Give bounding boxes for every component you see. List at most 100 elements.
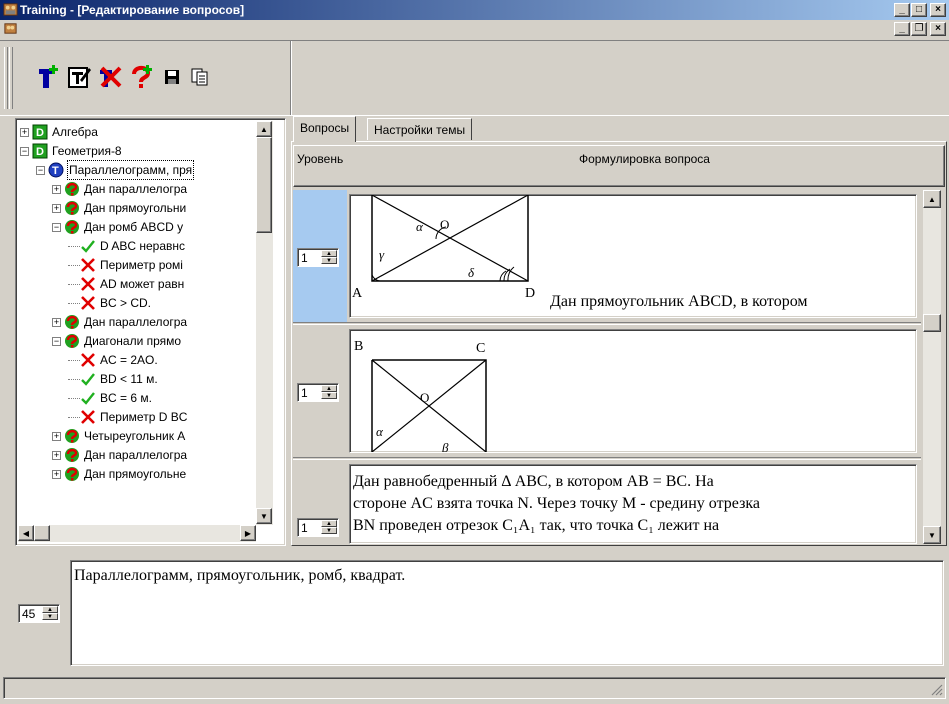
spin-down-button[interactable]: ▼	[321, 392, 337, 399]
vertex-label-d: D	[525, 286, 535, 301]
level-spinner[interactable]: 1 ▲ ▼	[297, 248, 339, 267]
tree-item[interactable]: − D Геометрия-8	[20, 142, 123, 160]
spin-up-button[interactable]: ▲	[321, 385, 337, 392]
question-cell[interactable]: B C O α β	[349, 329, 917, 453]
table-row[interactable]: 1 ▲ ▼ A D O α γ δ Дан прямоугольник ABCD,…	[293, 190, 921, 322]
tab-topic-settings[interactable]: Настройки темы	[367, 118, 473, 140]
tree-item-label: BC = 6 м.	[100, 391, 152, 405]
level-value: 1	[301, 251, 308, 265]
cross-icon	[81, 258, 95, 272]
save-button[interactable]	[158, 63, 186, 91]
topic-number-spinner[interactable]: 45 ▲ ▼	[18, 604, 60, 623]
grid-vertical-scrollbar[interactable]: ▲ ▼	[923, 190, 941, 544]
spin-down-button[interactable]: ▼	[321, 527, 337, 534]
cross-icon	[81, 410, 95, 424]
question-cell[interactable]: A D O α γ δ Дан прямоугольник ABCD, в ко…	[349, 194, 917, 318]
toolbar-grip[interactable]	[4, 47, 8, 109]
mdi-minimize-button[interactable]: _	[894, 22, 910, 36]
tree-item[interactable]: + Дан прямоугольни	[52, 199, 187, 217]
collapse-icon[interactable]: −	[20, 146, 29, 156]
expand-icon[interactable]: +	[52, 431, 61, 441]
expand-icon[interactable]: +	[20, 127, 29, 137]
topic-description-field[interactable]: Параллелограмм, прямоугольник, ромб, ква…	[70, 560, 944, 666]
level-spinner[interactable]: 1 ▲ ▼	[297, 383, 339, 402]
expand-icon[interactable]: +	[52, 450, 61, 460]
grid-scroll-thumb[interactable]	[923, 314, 941, 332]
level-cell[interactable]: 1 ▲ ▼	[293, 460, 347, 544]
tree-item[interactable]: AD может равн	[68, 275, 185, 293]
level-spinner[interactable]: 1 ▲ ▼	[297, 518, 339, 537]
grid-scroll-down-button[interactable]: ▼	[923, 526, 941, 544]
tree-item[interactable]: BC = 6 м.	[68, 389, 153, 407]
tree-item-label: Четыреугольник А	[84, 429, 186, 443]
table-row[interactable]: 1 ▲ ▼ B C O α β	[293, 325, 921, 457]
tree-item[interactable]: BD < 11 м.	[68, 370, 159, 388]
spin-down-button[interactable]: ▼	[42, 613, 58, 620]
column-header-question[interactable]: Формулировка вопроса	[579, 152, 710, 166]
tree-vertical-scrollbar[interactable]: ▲ ▼	[256, 121, 273, 525]
level-cell[interactable]: 1 ▲ ▼	[293, 190, 347, 322]
tree-item[interactable]: Периметр ромі	[68, 256, 184, 274]
tree-item[interactable]: + Дан параллелогра	[52, 313, 188, 331]
tree-item[interactable]: + Дан прямоугольне	[52, 465, 187, 483]
tree-item[interactable]: + D Алгебра	[20, 123, 99, 141]
collapse-icon[interactable]: −	[52, 336, 61, 346]
check-icon	[81, 240, 95, 253]
collapse-icon[interactable]: −	[36, 165, 45, 175]
level-cell[interactable]: 1 ▲ ▼	[293, 325, 347, 457]
spin-up-button[interactable]: ▲	[42, 606, 58, 613]
grid-scroll-up-button[interactable]: ▲	[923, 190, 941, 208]
edit-button[interactable]	[65, 63, 93, 91]
add-topic-button[interactable]	[34, 63, 62, 91]
tree-item[interactable]: + Дан параллелогра	[52, 180, 188, 198]
tree-item[interactable]: + Дан параллелогра	[52, 446, 188, 464]
question-cell[interactable]: Дан равнобедренный Δ ABC, в котором AB =…	[349, 464, 917, 544]
tree-item[interactable]: Периметр D BC	[68, 408, 188, 426]
tree-hscroll-thumb[interactable]	[34, 525, 50, 541]
add-question-button[interactable]	[127, 63, 155, 91]
mdi-close-button[interactable]: ×	[930, 22, 946, 36]
column-header-level[interactable]: Уровень	[297, 152, 343, 166]
minimize-button[interactable]: _	[894, 3, 910, 17]
tree-item[interactable]: − Диагонали прямо	[52, 332, 182, 350]
edit-icon	[68, 67, 91, 88]
expand-icon[interactable]: +	[52, 469, 61, 479]
collapse-icon[interactable]: −	[52, 222, 61, 232]
topics-tree[interactable]: + D Алгебра − D Геометрия-8− T Параллелограмм, …	[15, 118, 286, 546]
tree-scroll-down-button[interactable]: ▼	[256, 508, 272, 524]
tree-horizontal-scrollbar[interactable]: ◀ ▶	[18, 525, 256, 542]
maximize-button[interactable]: □	[911, 3, 927, 17]
tree-item[interactable]: BC > CD.	[68, 294, 152, 312]
table-row[interactable]: 1 ▲ ▼ Дан равнобедренный Δ ABC, в котором…	[293, 460, 921, 544]
copy-button[interactable]	[186, 63, 214, 91]
tree-item[interactable]: − Дан ромб ABCD у	[52, 218, 184, 236]
tree-item[interactable]: AC = 2AO.	[68, 351, 159, 369]
tree-scroll-thumb[interactable]	[256, 137, 272, 233]
question-icon	[65, 467, 79, 481]
tree-scroll-up-button[interactable]: ▲	[256, 121, 272, 137]
tree-item[interactable]: − T Параллелограмм, пря	[36, 160, 195, 180]
question-icon	[65, 448, 79, 462]
delete-button[interactable]	[96, 63, 124, 91]
tree-scroll-right-button[interactable]: ▶	[240, 525, 256, 541]
app-icon	[3, 3, 18, 16]
expand-icon[interactable]: +	[52, 317, 61, 327]
toolbar	[0, 40, 949, 116]
rectangle-diagram: A D O α γ δ	[352, 195, 535, 301]
spin-up-button[interactable]: ▲	[321, 250, 337, 257]
document-icon[interactable]	[3, 21, 18, 36]
tab-questions[interactable]: Вопросы	[293, 116, 357, 142]
mdi-restore-button[interactable]: ❐	[911, 22, 927, 36]
expand-icon[interactable]: +	[52, 184, 61, 194]
close-button[interactable]: ×	[930, 3, 946, 17]
spin-down-button[interactable]: ▼	[321, 257, 337, 264]
tree-item[interactable]: D ABC неравнс	[68, 237, 186, 255]
tree-view[interactable]: + D Алгебра − D Геометрия-8− T Параллелограмм, …	[18, 121, 256, 525]
toolbar-grip[interactable]	[9, 47, 13, 109]
expand-icon[interactable]: +	[52, 203, 61, 213]
spin-up-button[interactable]: ▲	[321, 520, 337, 527]
tree-item-label: Периметр D BC	[100, 410, 188, 424]
resize-grip-icon[interactable]	[931, 684, 943, 696]
tree-scroll-left-button[interactable]: ◀	[18, 525, 34, 541]
tree-item[interactable]: + Четыреугольник А	[52, 427, 186, 445]
